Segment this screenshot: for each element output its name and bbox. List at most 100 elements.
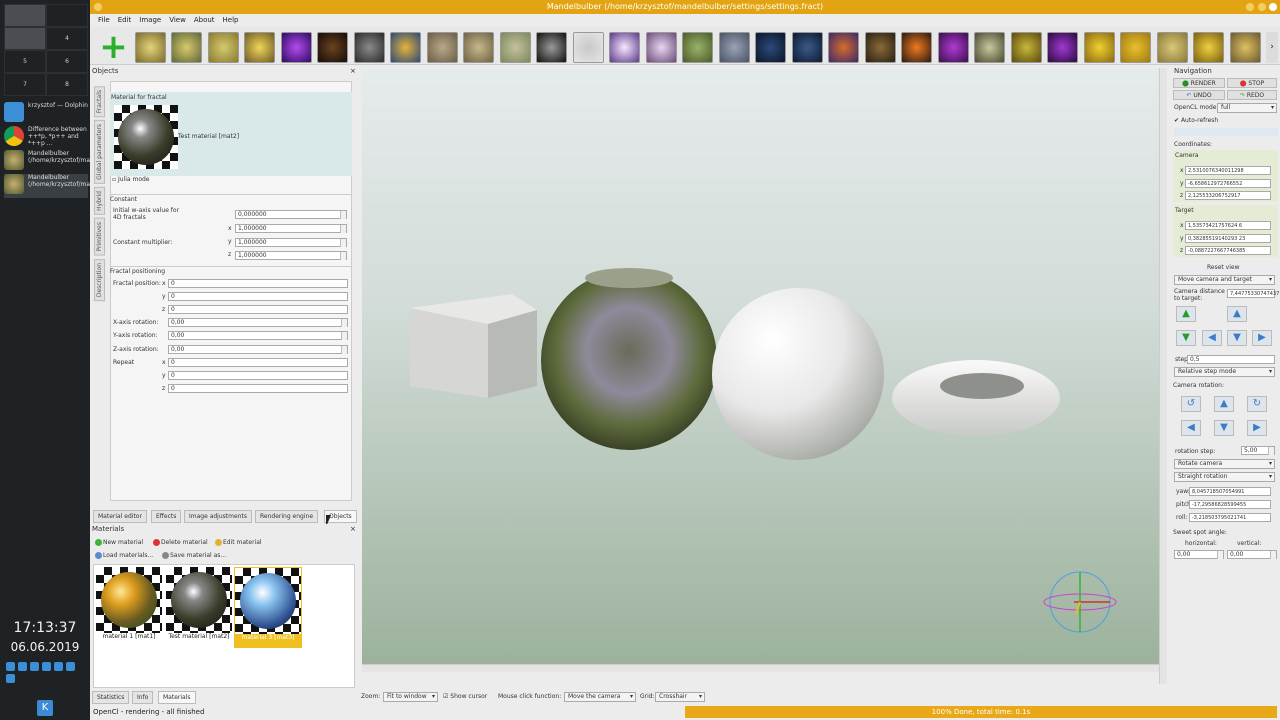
y-rotation-field[interactable]: 0,00 (168, 331, 348, 340)
preset-thumbnail[interactable] (427, 32, 458, 63)
zoom-select[interactable]: Fit to window (383, 692, 438, 702)
preset-thumbnail[interactable] (865, 32, 896, 63)
camera-z-field[interactable]: 2,125533206752917 (1185, 191, 1271, 200)
const-mult-z-field[interactable]: 1,000000 (235, 251, 347, 260)
camera-distance-field[interactable]: 7,44775330747437 (1227, 289, 1279, 298)
pager-desktop-5[interactable]: 5 (4, 50, 46, 73)
task-chrome[interactable]: Difference between ++*p, *p++ and *++p .… (4, 126, 88, 150)
tray-icon[interactable] (6, 674, 15, 683)
rotation-type-select[interactable]: Straight rotation (1174, 472, 1275, 482)
move-up-green-icon[interactable]: ▲ (1176, 306, 1196, 322)
preset-thumbnail[interactable] (1047, 32, 1078, 63)
camera-y-field[interactable]: -6,658612972766552 (1185, 179, 1271, 188)
target-x-field[interactable]: 1,53573421757624 6 (1185, 221, 1271, 230)
pager-desktop-3[interactable] (4, 27, 46, 50)
tray-icon[interactable] (18, 662, 27, 671)
preset-thumbnail[interactable] (573, 32, 604, 63)
maximize-icon[interactable] (1258, 3, 1266, 11)
repeat-y-field[interactable]: 0 (168, 371, 348, 380)
load-materials-button[interactable]: Load materials... (93, 550, 155, 561)
preset-thumbnail[interactable] (974, 32, 1005, 63)
opencl-mode-select[interactable]: full (1217, 103, 1277, 113)
render-button[interactable]: ⬤ RENDER (1173, 78, 1225, 88)
preset-thumbnail[interactable] (609, 32, 640, 63)
reset-view-button[interactable]: Reset view (1207, 264, 1239, 271)
preset-thumbnail[interactable] (755, 32, 786, 63)
new-material-button[interactable]: New material (93, 537, 145, 548)
preset-thumbnail[interactable] (390, 32, 421, 63)
minimize-icon[interactable] (1246, 3, 1254, 11)
repeat-x-field[interactable]: 0 (168, 358, 348, 367)
pager-desktop-6[interactable]: 6 (46, 50, 88, 73)
sweet-spot-horizontal-field[interactable]: 0,00 (1174, 550, 1224, 559)
preset-thumbnail[interactable] (463, 32, 494, 63)
menu-file[interactable]: File (94, 14, 114, 27)
preset-thumbnail[interactable] (646, 32, 677, 63)
preset-thumbnail[interactable] (171, 32, 202, 63)
preset-thumbnail[interactable] (500, 32, 531, 63)
clock[interactable]: 17:13:37 (0, 620, 90, 636)
initial-w-field[interactable]: 0,000000 (235, 210, 347, 219)
auto-refresh-checkbox[interactable]: ✔ Auto-refresh (1174, 117, 1218, 124)
preset-thumbnail[interactable] (536, 32, 567, 63)
preset-thumbnail[interactable] (1157, 32, 1188, 63)
window-menu-icon[interactable] (94, 3, 102, 11)
vtab-global-parameters[interactable]: Global parameters (94, 120, 105, 185)
roll-field[interactable]: -3,218503795021741 (1189, 513, 1271, 522)
preset-thumbnail[interactable] (1011, 32, 1042, 63)
vtab-primitives[interactable]: Primitives (94, 217, 105, 256)
target-z-field[interactable]: -0,0887227667746385 (1185, 246, 1271, 255)
delete-material-button[interactable]: Delete material (151, 537, 210, 548)
tray-icon[interactable] (6, 662, 15, 671)
tray-icon[interactable] (42, 662, 51, 671)
kde-menu-icon[interactable]: K (37, 700, 53, 716)
pager-desktop-1[interactable] (4, 4, 46, 27)
z-rotation-field[interactable]: 0,00 (168, 345, 348, 354)
preset-thumbnail[interactable] (1230, 32, 1261, 63)
vtab-fractals[interactable]: Fractals (94, 86, 105, 118)
rotate-up-icon[interactable]: ▲ (1214, 396, 1234, 412)
preset-thumbnail[interactable] (682, 32, 713, 63)
task-dolphin[interactable]: krzysztof — Dolphin (4, 102, 88, 125)
vtab-description[interactable]: Description (94, 258, 105, 301)
const-mult-x-field[interactable]: 1,000000 (235, 224, 347, 233)
menu-help[interactable]: Help (219, 14, 243, 27)
save-material-button[interactable]: Save material as... (160, 550, 228, 561)
preset-thumbnail[interactable] (938, 32, 969, 63)
viewport-vertical-scrollbar[interactable] (1159, 68, 1167, 684)
edit-material-button[interactable]: Edit material (213, 537, 264, 548)
tab-effects[interactable]: Effects (151, 510, 182, 523)
add-preset-icon[interactable]: + (98, 30, 129, 64)
rotate-ccw-icon[interactable]: ↺ (1181, 396, 1201, 412)
julia-mode-checkbox[interactable]: ▫ Julia mode (112, 176, 150, 183)
rotate-down-icon[interactable]: ▼ (1214, 420, 1234, 436)
pager-desktop-2[interactable] (46, 4, 88, 27)
material-item[interactable]: material 1 [mat1] (96, 567, 162, 647)
rotate-cw-icon[interactable]: ↻ (1247, 396, 1267, 412)
tab-rendering-engine[interactable]: Rendering engine (255, 510, 319, 523)
preset-thumbnail[interactable] (828, 32, 859, 63)
nav-mini-toolbar[interactable] (1174, 128, 1278, 136)
tab-materials[interactable]: Materials (158, 691, 196, 704)
redo-button[interactable]: ↷ REDO (1227, 90, 1277, 100)
yaw-field[interactable]: 8,045718507054991 (1189, 487, 1271, 496)
undo-button[interactable]: ↶ UNDO (1173, 90, 1225, 100)
pager-desktop-7[interactable]: 7 (4, 73, 46, 96)
preset-thumbnail[interactable] (1120, 32, 1151, 63)
move-right-icon[interactable]: ▶ (1252, 330, 1272, 346)
preset-thumbnail[interactable] (281, 32, 312, 63)
task-mandelbulber-2[interactable]: Mandelbulber (/home/krzysztof/mandelbulb… (4, 174, 133, 198)
tray-icon[interactable] (66, 662, 75, 671)
move-down-green-icon[interactable]: ▼ (1176, 330, 1196, 346)
viewport-horizontal-scrollbar[interactable] (362, 664, 1159, 672)
tab-statistics[interactable]: Statistics (92, 691, 130, 704)
menu-about[interactable]: About (190, 14, 219, 27)
preset-thumbnail[interactable] (208, 32, 239, 63)
preset-thumbnail[interactable] (719, 32, 750, 63)
preset-thumbnail[interactable] (901, 32, 932, 63)
rotation-step-field[interactable]: 5,00 (1241, 446, 1275, 455)
material-item[interactable]: Test material [mat2] (166, 567, 232, 647)
position-x-field[interactable]: 0 (168, 279, 348, 288)
dock-close-icon[interactable]: × (350, 525, 356, 533)
pager-desktop-8[interactable]: 8 (46, 73, 88, 96)
